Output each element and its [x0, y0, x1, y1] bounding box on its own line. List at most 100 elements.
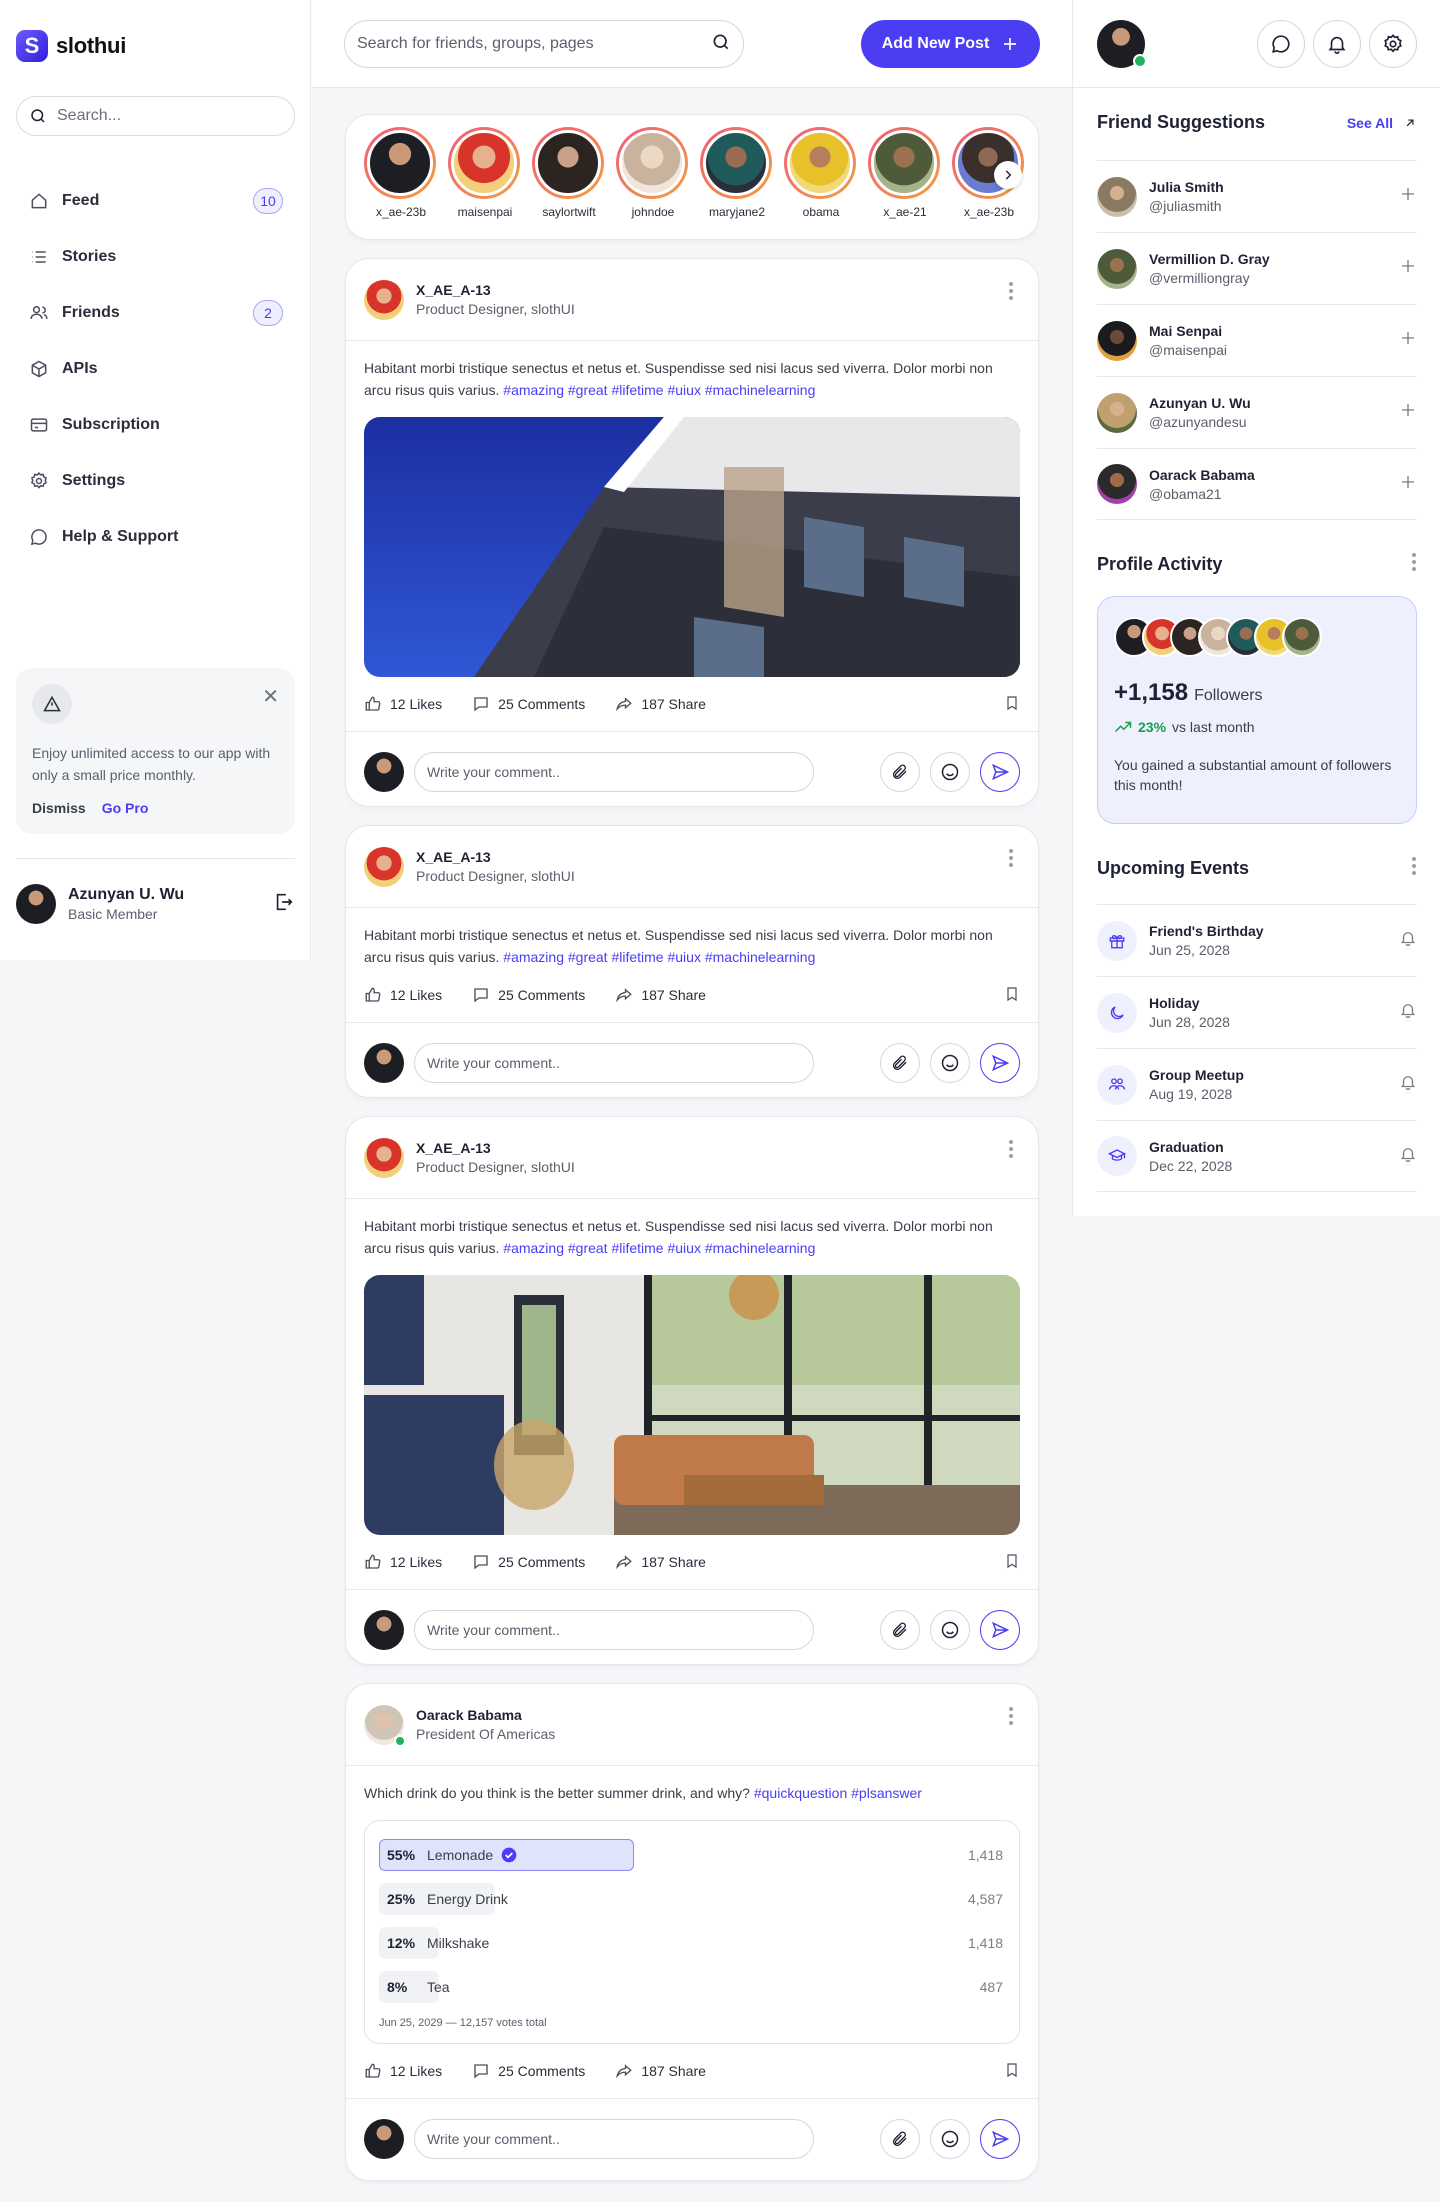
poll-option[interactable]: 25% Energy Drink 4,587	[379, 1877, 1005, 1921]
post-hashtags[interactable]: #amazing #great #lifetime #uiux #machine…	[503, 1240, 815, 1256]
suggestion-name[interactable]: Mai Senpai	[1149, 323, 1227, 339]
add-friend-plus-icon[interactable]	[1399, 185, 1417, 208]
bookmark-icon[interactable]	[1004, 985, 1020, 1006]
attach-button[interactable]	[880, 751, 920, 792]
bookmark-icon[interactable]	[1004, 694, 1020, 715]
share-button[interactable]: 187 Share	[615, 695, 706, 713]
post-image[interactable]	[364, 1275, 1020, 1535]
post-image[interactable]	[364, 417, 1020, 677]
post-author[interactable]: Oarack Babama	[416, 1707, 555, 1723]
settings-button[interactable]	[1369, 20, 1417, 68]
add-friend-plus-icon[interactable]	[1399, 329, 1417, 352]
bookmark-icon[interactable]	[1004, 1552, 1020, 1573]
avatar[interactable]	[16, 884, 56, 924]
suggestion-name[interactable]: Julia Smith	[1149, 179, 1224, 195]
event-row[interactable]: Group Meetup Aug 19, 2028	[1097, 1048, 1417, 1120]
close-icon[interactable]: ✕	[262, 684, 279, 709]
post-author[interactable]: X_AE_A-13	[416, 849, 575, 865]
attach-button[interactable]	[880, 1609, 920, 1650]
comments-button[interactable]: 25 Comments	[472, 1553, 585, 1571]
sidebar-item-settings[interactable]: Settings	[16, 453, 295, 509]
share-button[interactable]: 187 Share	[615, 2062, 706, 2080]
poll-option[interactable]: 12% Milkshake 1,418	[379, 1921, 1005, 1965]
like-button[interactable]: 12 Likes	[364, 986, 442, 1004]
attach-button[interactable]	[880, 2118, 920, 2159]
see-all-link[interactable]: See All	[1347, 115, 1417, 131]
avatar[interactable]	[1097, 20, 1147, 68]
event-row[interactable]: Friend's Birthday Jun 25, 2028	[1097, 904, 1417, 976]
post-hashtags[interactable]: #amazing #great #lifetime #uiux #machine…	[503, 949, 815, 965]
suggestion-name[interactable]: Vermillion D. Gray	[1149, 251, 1270, 267]
like-button[interactable]: 12 Likes	[364, 695, 442, 713]
avatar[interactable]	[1097, 392, 1137, 433]
bell-icon[interactable]	[1399, 1073, 1417, 1096]
story-item[interactable]: johndoe	[616, 127, 690, 239]
more-vertical-icon[interactable]	[1411, 552, 1417, 577]
dismiss-button[interactable]: Dismiss	[32, 800, 86, 816]
avatar[interactable]	[1097, 248, 1137, 289]
story-item[interactable]: x_ae-21	[868, 127, 942, 239]
emoji-button[interactable]	[930, 1609, 970, 1650]
avatar[interactable]	[1097, 464, 1137, 504]
sidebar-item-apis[interactable]: APIs	[16, 341, 295, 397]
share-button[interactable]: 187 Share	[615, 1553, 706, 1571]
avatar[interactable]	[364, 1137, 404, 1178]
comments-button[interactable]: 25 Comments	[472, 986, 585, 1004]
send-button[interactable]	[980, 1042, 1020, 1083]
event-row[interactable]: Holiday Jun 28, 2028	[1097, 976, 1417, 1048]
emoji-button[interactable]	[930, 751, 970, 792]
notifications-button[interactable]	[1313, 20, 1361, 68]
sidebar-item-subscription[interactable]: Subscription	[16, 397, 295, 453]
sidebar-item-stories[interactable]: Stories	[16, 229, 295, 285]
suggestion-name[interactable]: Oarack Babama	[1149, 467, 1255, 483]
avatar[interactable]	[364, 279, 404, 320]
story-item[interactable]: obama	[784, 127, 858, 239]
sidebar-item-friends[interactable]: Friends 2	[16, 285, 295, 341]
more-vertical-icon[interactable]	[1411, 856, 1417, 881]
share-button[interactable]: 187 Share	[615, 986, 706, 1004]
post-hashtags[interactable]: #amazing #great #lifetime #uiux #machine…	[503, 382, 815, 398]
add-friend-plus-icon[interactable]	[1399, 257, 1417, 280]
poll-option[interactable]: 8% Tea 487	[379, 1965, 1005, 2009]
more-vertical-icon[interactable]	[1008, 1139, 1014, 1164]
comment-input[interactable]: Write your comment..	[414, 1042, 814, 1083]
bell-icon[interactable]	[1399, 1001, 1417, 1024]
event-row[interactable]: Graduation Dec 22, 2028	[1097, 1120, 1417, 1192]
go-pro-button[interactable]: Go Pro	[102, 800, 149, 816]
post-author[interactable]: X_AE_A-13	[416, 1140, 575, 1156]
logout-icon[interactable]	[273, 891, 295, 918]
brand[interactable]: S slothui	[16, 30, 126, 62]
suggestion-name[interactable]: Azunyan U. Wu	[1149, 395, 1251, 411]
bell-icon[interactable]	[1399, 929, 1417, 952]
attach-button[interactable]	[880, 1042, 920, 1083]
sidebar-search-input[interactable]: Search...	[16, 96, 295, 136]
avatar[interactable]	[364, 846, 404, 887]
messages-button[interactable]	[1257, 20, 1305, 68]
avatar[interactable]	[364, 1704, 406, 1747]
comments-button[interactable]: 25 Comments	[472, 2062, 585, 2080]
emoji-button[interactable]	[930, 2118, 970, 2159]
chevron-right-icon[interactable]	[994, 161, 1022, 189]
sidebar-item-help[interactable]: Help & Support	[16, 509, 295, 565]
add-new-post-button[interactable]: Add New Post	[861, 20, 1040, 68]
comment-input[interactable]: Write your comment..	[414, 2118, 814, 2159]
story-item[interactable]: x_ae-23b	[364, 127, 438, 239]
more-vertical-icon[interactable]	[1008, 848, 1014, 873]
comment-input[interactable]: Write your comment..	[414, 751, 814, 792]
comments-button[interactable]: 25 Comments	[472, 695, 585, 713]
story-item[interactable]: maisenpai	[448, 127, 522, 239]
bookmark-icon[interactable]	[1004, 2061, 1020, 2082]
main-search-input[interactable]: Search for friends, groups, pages	[344, 20, 744, 68]
send-button[interactable]	[980, 2118, 1020, 2159]
add-friend-plus-icon[interactable]	[1399, 473, 1417, 496]
avatar[interactable]	[1097, 176, 1137, 217]
avatar[interactable]	[1097, 320, 1137, 361]
sidebar-item-feed[interactable]: Feed 10	[16, 173, 295, 229]
send-button[interactable]	[980, 1609, 1020, 1650]
send-button[interactable]	[980, 751, 1020, 792]
more-vertical-icon[interactable]	[1008, 281, 1014, 306]
comment-input[interactable]: Write your comment..	[414, 1609, 814, 1650]
more-vertical-icon[interactable]	[1008, 1706, 1014, 1731]
post-hashtags[interactable]: #quickquestion #plsanswer	[754, 1785, 922, 1801]
story-item[interactable]: saylortwift	[532, 127, 606, 239]
